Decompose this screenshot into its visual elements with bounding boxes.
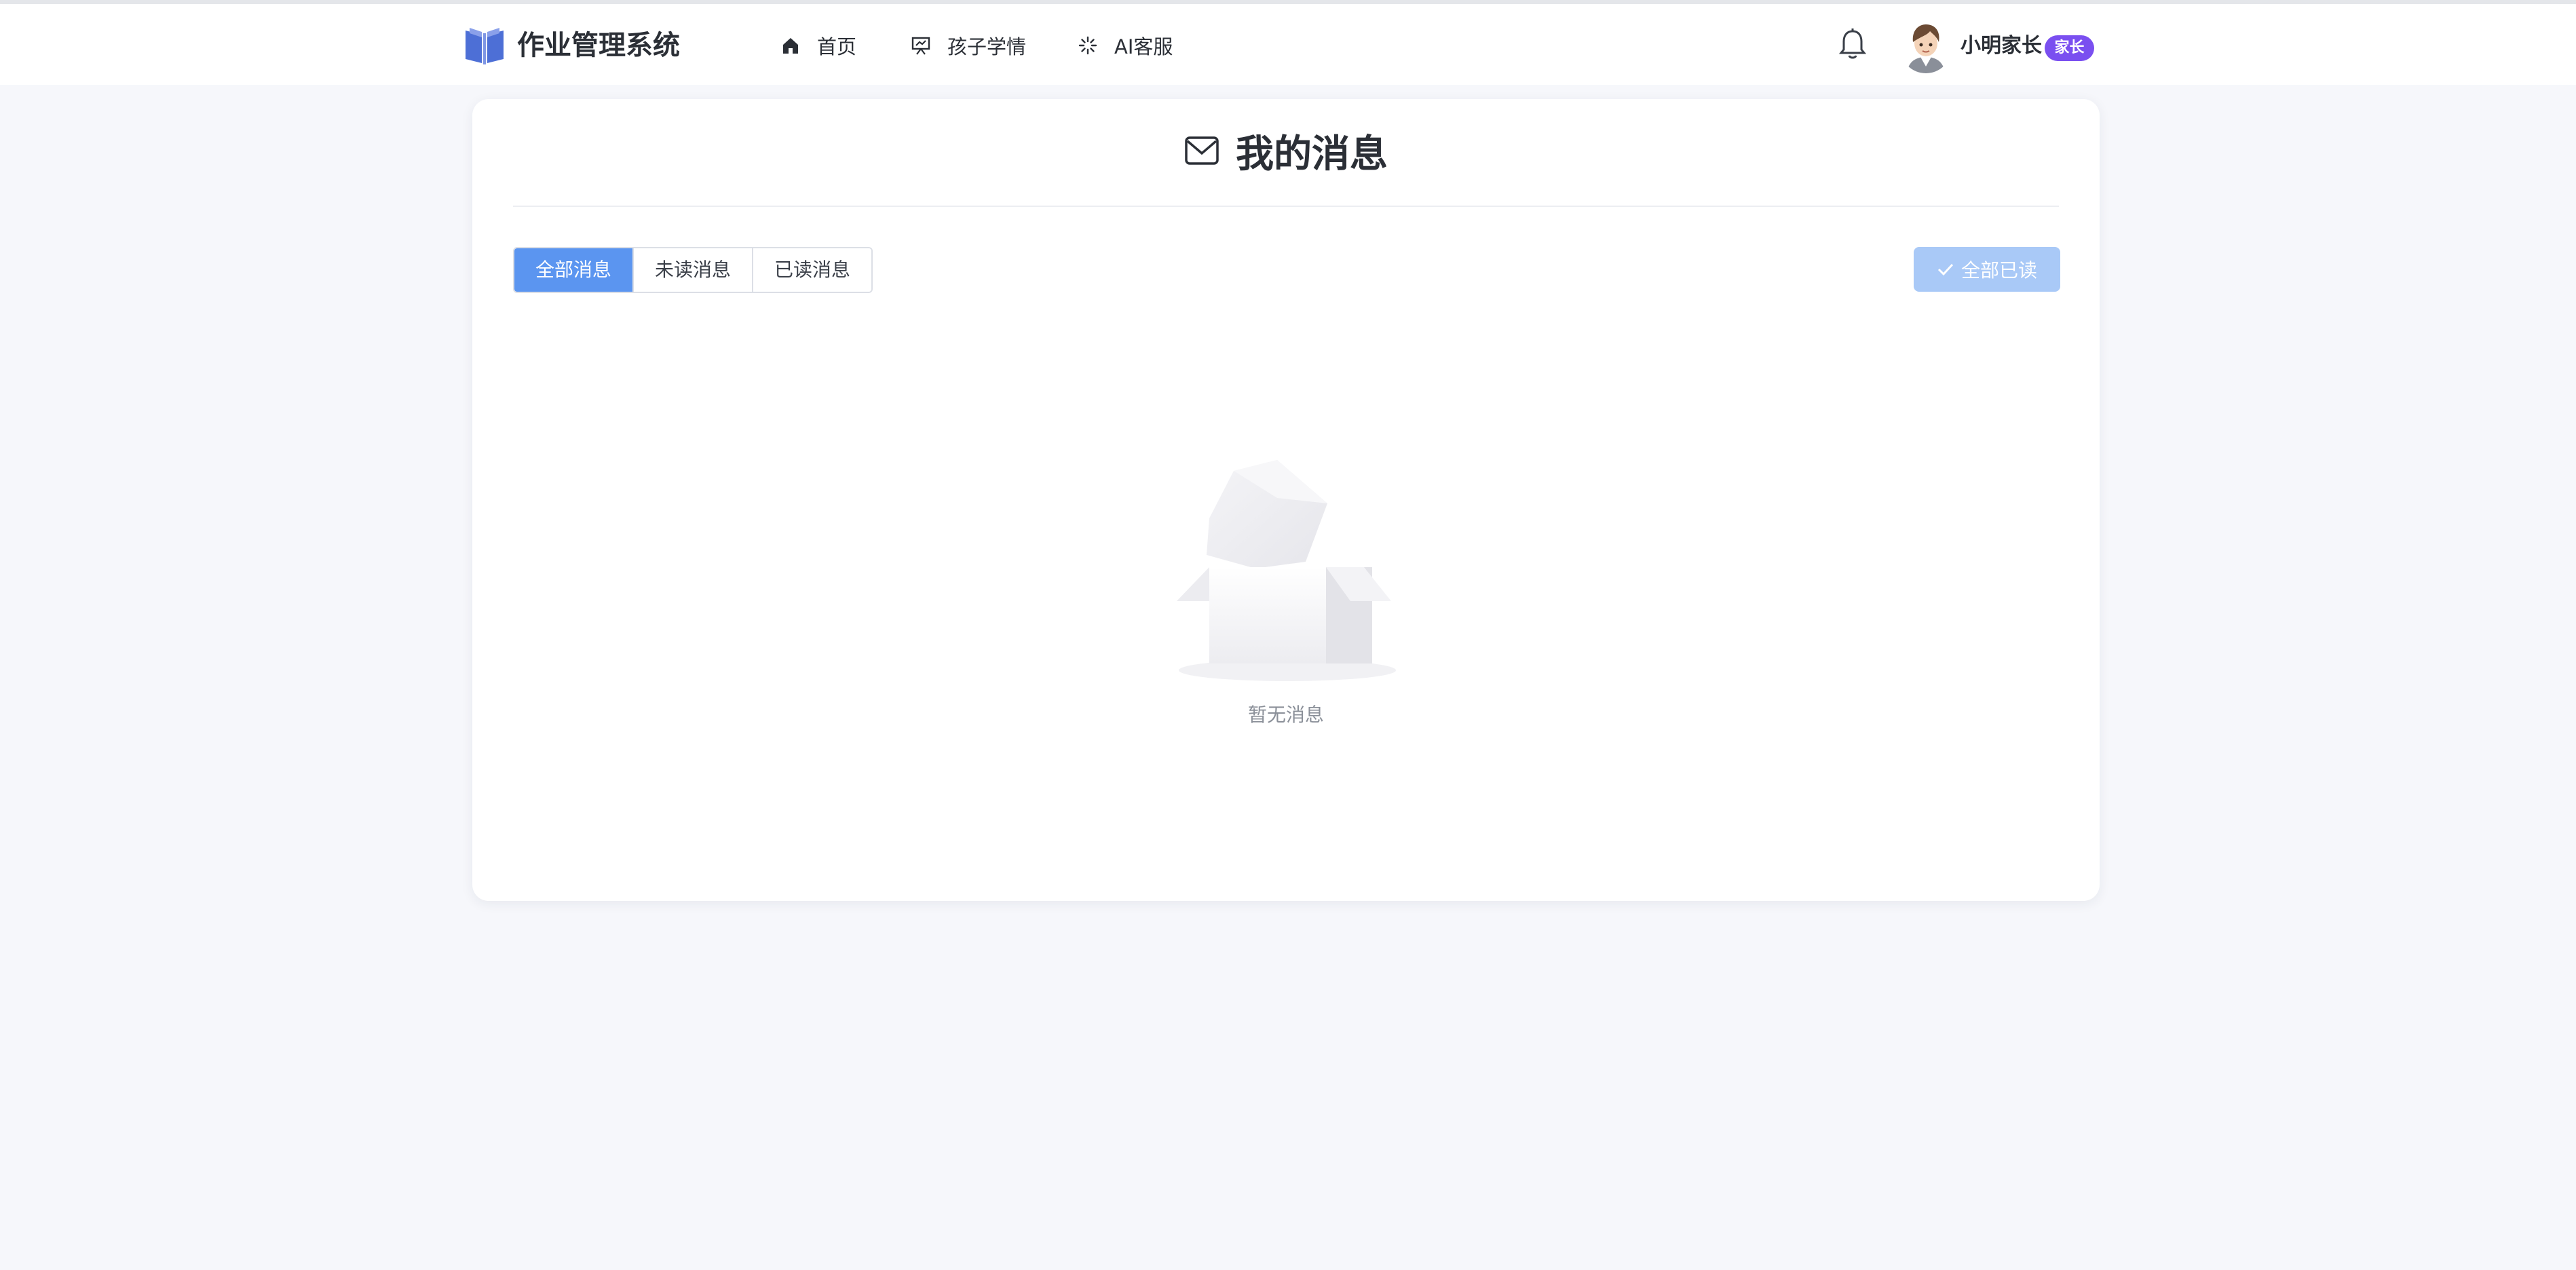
page-title: 我的消息 [1236, 132, 1388, 176]
check-icon [1937, 263, 1954, 276]
top-navbar: 作业管理系统 首页 孩子学情 AI客服 小明家长 家长 [0, 4, 2576, 85]
book-logo-icon[interactable] [463, 24, 506, 67]
bell-icon[interactable] [1837, 27, 1868, 61]
empty-state-text: 暂无消息 [1247, 704, 1324, 726]
presentation-icon [911, 37, 930, 55]
nav-child-study[interactable]: 孩子学情 [911, 28, 1026, 62]
role-badge: 家长 [2045, 35, 2094, 61]
app-title: 作业管理系统 [517, 30, 680, 61]
messages-card: 我的消息 全部消息 未读消息 已读消息 全部已读 暂无消息 [472, 99, 2100, 901]
loading-icon [1078, 36, 1097, 55]
nav-home[interactable]: 首页 [780, 28, 856, 62]
username[interactable]: 小明家长 [1961, 31, 2042, 61]
nav-home-label: 首页 [817, 35, 857, 58]
tab-all-messages[interactable]: 全部消息 [514, 248, 632, 292]
envelope-icon [1185, 136, 1219, 165]
avatar[interactable] [1900, 19, 1952, 73]
mark-all-read-button[interactable]: 全部已读 [1914, 247, 2060, 292]
nav-child-study-label: 孩子学情 [947, 35, 1027, 58]
page-title-row: 我的消息 [472, 126, 2100, 176]
nav-ai-service-label: AI客服 [1114, 35, 1173, 58]
nav-ai-service[interactable]: AI客服 [1078, 28, 1173, 62]
tab-unread-messages[interactable]: 未读消息 [632, 248, 752, 292]
empty-box-illustration-icon [1175, 460, 1399, 784]
message-filter-tabs: 全部消息 未读消息 已读消息 [513, 247, 873, 293]
mark-all-read-label: 全部已读 [1961, 259, 2037, 282]
divider [513, 206, 2059, 207]
home-icon [783, 38, 798, 54]
tab-read-messages[interactable]: 已读消息 [752, 248, 871, 292]
